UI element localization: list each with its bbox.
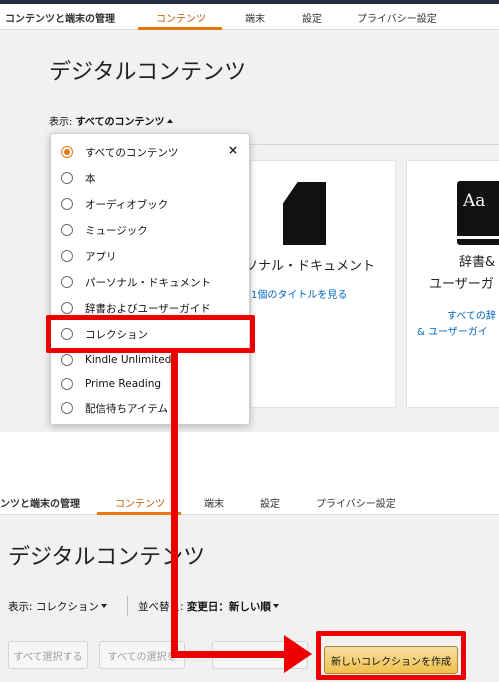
- manage-label: コンテンツと端末の管理: [5, 14, 115, 25]
- radio-selected-icon[interactable]: [61, 146, 73, 158]
- tab-privacy[interactable]: プライバシー設定: [357, 10, 437, 25]
- card-title-line2: ユーザーガ: [429, 277, 494, 292]
- annotation-arrow-horizontal: [171, 651, 286, 658]
- show-label: 表示:: [8, 601, 33, 613]
- dropdown-option-prime-reading[interactable]: Prime Reading: [61, 374, 161, 394]
- tab-contents[interactable]: コンテンツ: [156, 10, 206, 25]
- caret-down-icon: [272, 604, 279, 608]
- radio-icon[interactable]: [61, 276, 73, 288]
- dropdown-option-all[interactable]: すべてのコンテンツ: [61, 142, 178, 162]
- bottom-nav: ンツと端末の管理 コンテンツ 端末 設定 プライバシー設定: [0, 488, 499, 515]
- top-screenshot: コンテンツと端末の管理 コンテンツ 端末 設定 プライバシー設定 デジタルコンテ…: [0, 0, 499, 432]
- show-filter[interactable]: 表示: コレクション: [8, 599, 107, 614]
- page-title: デジタルコンテンツ: [49, 60, 247, 85]
- option-label: 本: [85, 172, 96, 185]
- option-label: Kindle Unlimited: [85, 354, 172, 366]
- option-label: パーソナル・ドキュメント: [85, 276, 211, 289]
- option-label: アプリ: [85, 250, 117, 263]
- dropdown-option-books[interactable]: 本: [61, 168, 96, 188]
- dropdown-option-apps[interactable]: アプリ: [61, 246, 117, 266]
- dropdown-option-audiobooks[interactable]: オーディオブック: [61, 194, 168, 214]
- close-icon[interactable]: ×: [228, 143, 238, 157]
- filter-dropdown: × すべてのコンテンツ 本 オーディオブック ミュージック アプリ パーソナル・…: [50, 133, 250, 425]
- dropdown-option-kindle-unlimited[interactable]: Kindle Unlimited: [61, 350, 171, 370]
- card-dictionary[interactable]: Aa 辞書& ユーザーガ すべての辞 & ユーザーガイ: [406, 160, 499, 408]
- dropdown-option-pending[interactable]: 配信待ちアイテム: [61, 398, 168, 418]
- screenshot-gap: [0, 432, 499, 488]
- tab-privacy[interactable]: プライバシー設定: [316, 495, 396, 510]
- book-aa-icon: Aa: [457, 181, 499, 245]
- option-label: オーディオブック: [85, 198, 169, 211]
- caret-up-icon: [167, 119, 174, 123]
- tab-settings[interactable]: 設定: [260, 495, 280, 510]
- radio-icon[interactable]: [61, 302, 73, 314]
- caret-down-icon: [100, 604, 107, 608]
- option-label: すべてのコンテンツ: [85, 146, 179, 159]
- card-link[interactable]: 1個のタイトルを見る: [251, 286, 347, 301]
- radio-icon[interactable]: [61, 378, 73, 390]
- show-value[interactable]: コレクション: [36, 601, 99, 613]
- tab-settings[interactable]: 設定: [302, 10, 322, 25]
- annotation-arrowhead-icon: [284, 635, 312, 673]
- radio-icon[interactable]: [61, 198, 73, 210]
- dropdown-option-personal-docs[interactable]: パーソナル・ドキュメント: [61, 272, 211, 292]
- option-label: 辞書およびユーザーガイド: [85, 302, 211, 315]
- top-nav: コンテンツと端末の管理 コンテンツ 端末 設定 プライバシー設定: [0, 4, 499, 30]
- separator: [127, 596, 128, 616]
- tab-active-underline: [97, 512, 181, 515]
- radio-icon[interactable]: [61, 172, 73, 184]
- card-title-line1: 辞書&: [459, 255, 496, 270]
- tab-devices[interactable]: 端末: [245, 10, 265, 25]
- document-icon: [283, 182, 326, 245]
- card-link-line1[interactable]: すべての辞: [447, 307, 496, 322]
- highlight-new-collection-button: [316, 631, 466, 680]
- select-all-button[interactable]: すべて選択する: [8, 641, 88, 669]
- sort-value[interactable]: 変更日：新しい順: [187, 601, 271, 613]
- card-title: ソナル・ドキュメント: [245, 259, 376, 274]
- tab-contents[interactable]: コンテンツ: [115, 495, 165, 510]
- radio-icon[interactable]: [61, 402, 73, 414]
- book-page-line: [457, 236, 499, 239]
- highlight-collection-option: [46, 315, 255, 353]
- divider: [250, 144, 499, 145]
- card-link-line2[interactable]: & ユーザーガイ: [417, 323, 488, 338]
- annotation-arrow-vertical: [171, 348, 178, 657]
- option-label: ミュージック: [85, 224, 148, 237]
- show-label: 表示:: [49, 117, 73, 128]
- manage-label: ンツと端末の管理: [0, 499, 80, 510]
- option-label: Prime Reading: [85, 378, 162, 390]
- tab-devices[interactable]: 端末: [204, 495, 224, 510]
- dropdown-option-music[interactable]: ミュージック: [61, 220, 148, 240]
- radio-icon[interactable]: [61, 354, 73, 366]
- sort-filter[interactable]: 並べ替え: 変更日：新しい順: [138, 599, 279, 614]
- book-icon-text: Aa: [463, 191, 486, 211]
- option-label: 配信待ちアイテム: [85, 402, 168, 415]
- show-filter[interactable]: 表示: すべてのコンテンツ: [49, 113, 174, 128]
- radio-icon[interactable]: [61, 224, 73, 236]
- tab-active-underline: [138, 27, 222, 30]
- show-value[interactable]: すべてのコンテンツ: [76, 117, 165, 128]
- radio-icon[interactable]: [61, 250, 73, 262]
- card-personal-documents[interactable]: ソナル・ドキュメント 1個のタイトルを見る: [245, 160, 396, 408]
